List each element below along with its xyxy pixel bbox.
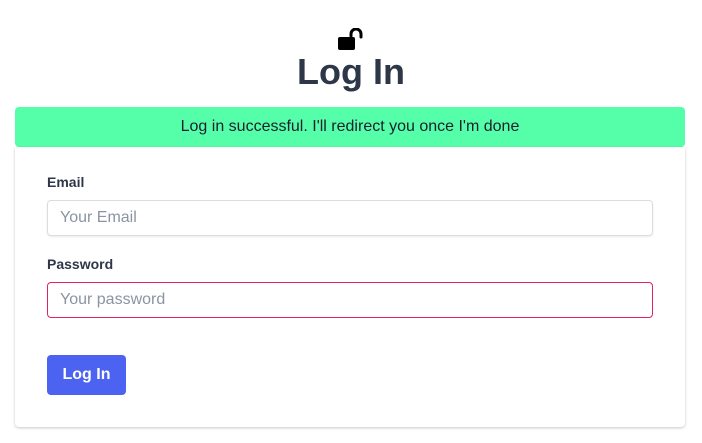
login-page: Log In Log in successful. I'll redirect … — [0, 0, 702, 443]
email-label: Email — [47, 174, 85, 190]
success-alert: Log in successful. I'll redirect you onc… — [15, 107, 685, 147]
login-button[interactable]: Log In — [47, 355, 126, 395]
page-title: Log In — [297, 51, 405, 92]
unlocked-lock-icon — [338, 28, 363, 50]
login-form-card: Email Password Log In — [15, 147, 685, 427]
password-label: Password — [47, 256, 114, 272]
email-field[interactable] — [47, 200, 653, 236]
password-field[interactable] — [47, 282, 653, 318]
